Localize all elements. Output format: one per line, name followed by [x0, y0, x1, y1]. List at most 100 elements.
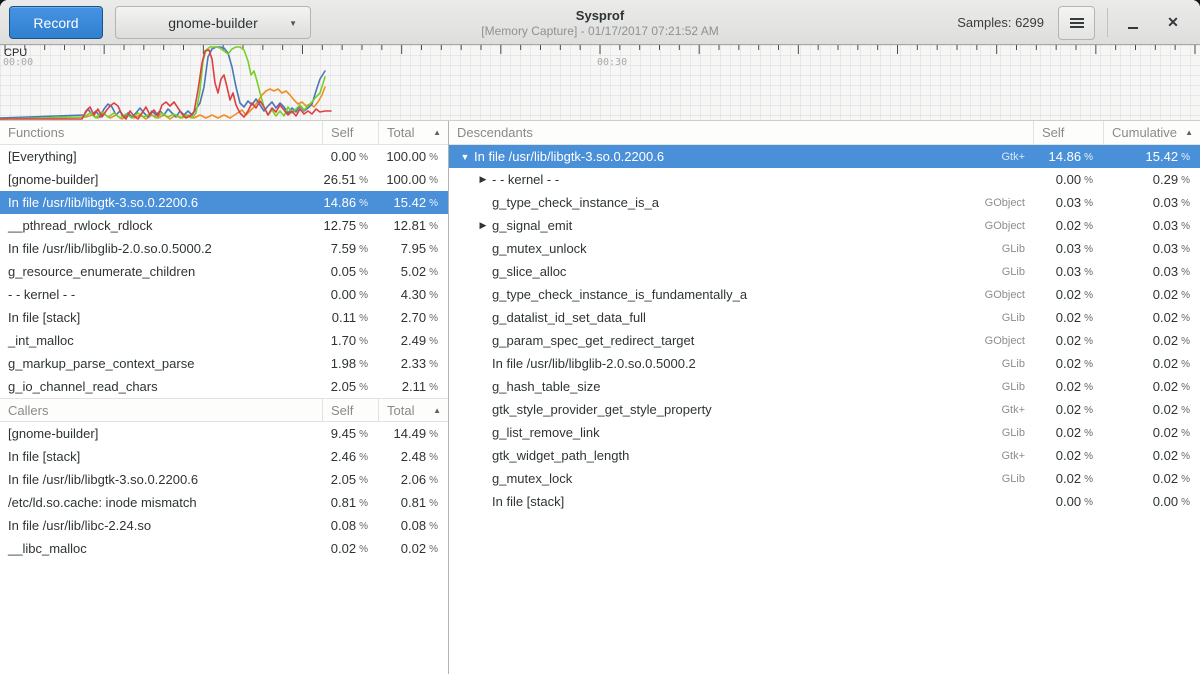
column-header-cumulative[interactable]: Cumulative ▲	[1103, 121, 1200, 144]
symbol-label: [gnome-builder]	[8, 426, 98, 441]
table-row[interactable]: ▶g_signal_emitGObject0.02%0.03%	[449, 214, 1200, 237]
cell-symbol-name: [gnome-builder]	[0, 168, 322, 191]
cpu-timeline[interactable]: CPU 00:00 00:30	[0, 45, 1200, 121]
sort-ascending-icon: ▲	[433, 406, 448, 415]
cell-total-percent: 0.02%	[1103, 444, 1200, 467]
library-tag: GLib	[994, 266, 1033, 278]
table-row[interactable]: __pthread_rwlock_rdlock12.75%12.81%	[0, 214, 448, 237]
hamburger-icon	[1070, 18, 1084, 28]
library-tag: GLib	[994, 427, 1033, 439]
column-header-total[interactable]: Total ▲	[378, 399, 448, 421]
table-row[interactable]: g_type_check_instance_is_fundamentally_a…	[449, 283, 1200, 306]
cell-self-percent: 1.98%	[322, 352, 378, 375]
table-row[interactable]: ▼In file /usr/lib/libgtk-3.so.0.2200.6Gt…	[449, 145, 1200, 168]
cell-symbol-name: g_list_remove_linkGLib	[449, 421, 1033, 444]
table-row[interactable]: g_mutex_lockGLib0.02%0.02%	[449, 467, 1200, 490]
cell-self-percent: 0.00%	[322, 145, 378, 168]
cell-symbol-name: ▶- - kernel - -	[449, 168, 1033, 191]
process-selector-label: gnome-builder	[168, 15, 258, 31]
cell-symbol-name: ▶g_signal_emitGObject	[449, 214, 1033, 237]
table-row[interactable]: gtk_style_provider_get_style_propertyGtk…	[449, 398, 1200, 421]
table-row[interactable]: g_slice_allocGLib0.03%0.03%	[449, 260, 1200, 283]
cell-total-percent: 2.33%	[378, 352, 448, 375]
cell-self-percent: 14.86%	[1033, 145, 1103, 168]
record-button[interactable]: Record	[9, 6, 103, 39]
table-row[interactable]: In file /usr/lib/libglib-2.0.so.0.5000.2…	[0, 237, 448, 260]
library-tag: GLib	[994, 243, 1033, 255]
table-row[interactable]: In file [stack]0.11%2.70%	[0, 306, 448, 329]
table-row[interactable]: __libc_malloc0.02%0.02%	[0, 537, 448, 560]
expander-icon[interactable]: ▶	[475, 174, 491, 185]
cell-symbol-name: [gnome-builder]	[0, 422, 322, 445]
cell-self-percent: 2.05%	[322, 375, 378, 398]
table-row[interactable]: g_hash_table_sizeGLib0.02%0.02%	[449, 375, 1200, 398]
cell-total-percent: 4.30%	[378, 283, 448, 306]
table-row[interactable]: g_list_remove_linkGLib0.02%0.02%	[449, 421, 1200, 444]
cell-total-percent: 0.02%	[1103, 306, 1200, 329]
table-row[interactable]: [gnome-builder]26.51%100.00%	[0, 168, 448, 191]
table-row[interactable]: In file /usr/lib/libglib-2.0.so.0.5000.2…	[449, 352, 1200, 375]
table-row[interactable]: g_datalist_id_set_data_fullGLib0.02%0.02…	[449, 306, 1200, 329]
expander-icon[interactable]: ▶	[475, 220, 491, 231]
cell-total-percent: 0.29%	[1103, 168, 1200, 191]
table-row[interactable]: In file [stack]2.46%2.48%	[0, 445, 448, 468]
cell-total-percent: 100.00%	[378, 145, 448, 168]
table-row[interactable]: g_markup_parse_context_parse1.98%2.33%	[0, 352, 448, 375]
library-tag: GLib	[994, 473, 1033, 485]
left-pane: Functions Self Total ▲ [Everything] 0.00%…	[0, 121, 449, 674]
table-row[interactable]: - - kernel - -0.00%4.30%	[0, 283, 448, 306]
functions-table-body: [Everything]0.00%100.00%[gnome-builder]2…	[0, 145, 448, 398]
column-header-functions[interactable]: Functions	[0, 121, 322, 144]
menu-button[interactable]	[1058, 6, 1095, 40]
cell-self-percent: 12.75%	[322, 214, 378, 237]
cell-total-percent: 0.02%	[1103, 421, 1200, 444]
column-header-total[interactable]: Total ▲	[378, 121, 448, 144]
table-row[interactable]: gtk_widget_path_lengthGtk+0.02%0.02%	[449, 444, 1200, 467]
cell-total-percent: 2.70%	[378, 306, 448, 329]
library-tag: GObject	[977, 197, 1033, 209]
table-row[interactable]: In file /usr/lib/libc-2.24.so0.08%0.08%	[0, 514, 448, 537]
cell-total-percent: 0.02%	[1103, 352, 1200, 375]
column-header-self[interactable]: Self	[1033, 121, 1103, 144]
table-row[interactable]: g_param_spec_get_redirect_targetGObject0…	[449, 329, 1200, 352]
cell-symbol-name: __pthread_rwlock_rdlock	[0, 214, 322, 237]
table-row[interactable]: In file [stack]0.00%0.00%	[449, 490, 1200, 513]
samples-count: Samples: 6299	[957, 15, 1044, 30]
symbol-label: g_type_check_instance_is_a	[492, 195, 659, 210]
cpu-series-blue	[0, 47, 325, 118]
minimize-button[interactable]	[1120, 10, 1146, 36]
column-header-descendants[interactable]: Descendants	[449, 121, 1033, 144]
library-tag: GObject	[977, 335, 1033, 347]
table-row[interactable]: In file /usr/lib/libgtk-3.so.0.2200.614.…	[0, 191, 448, 214]
cell-self-percent: 0.00%	[322, 283, 378, 306]
sort-ascending-icon: ▲	[433, 128, 448, 137]
process-selector-dropdown[interactable]: gnome-builder ▼	[115, 6, 311, 39]
cell-total-percent: 0.02%	[1103, 329, 1200, 352]
table-row[interactable]: [gnome-builder]9.45%14.49%	[0, 422, 448, 445]
symbol-label: In file /usr/lib/libgtk-3.so.0.2200.6	[8, 195, 198, 210]
table-row[interactable]: g_io_channel_read_chars2.05%2.11%	[0, 375, 448, 398]
expander-icon[interactable]: ▼	[457, 152, 473, 162]
column-header-self[interactable]: Self	[322, 121, 378, 144]
column-header-self[interactable]: Self	[322, 399, 378, 421]
cell-symbol-name: g_io_channel_read_chars	[0, 375, 322, 398]
table-row[interactable]: _int_malloc1.70%2.49%	[0, 329, 448, 352]
symbol-label: gtk_style_provider_get_style_property	[492, 402, 712, 417]
table-row[interactable]: In file /usr/lib/libgtk-3.so.0.2200.62.0…	[0, 468, 448, 491]
symbol-label: g_mutex_lock	[492, 471, 572, 486]
column-header-callers[interactable]: Callers	[0, 399, 322, 421]
table-row[interactable]: g_type_check_instance_is_aGObject0.03%0.…	[449, 191, 1200, 214]
table-row[interactable]: [Everything] 0.00%100.00%	[0, 145, 448, 168]
close-button[interactable]: ✕	[1160, 10, 1186, 36]
cell-self-percent: 0.08%	[322, 514, 378, 537]
time-tick-start: 00:00	[3, 57, 33, 68]
cell-symbol-name: In file /usr/lib/libglib-2.0.so.0.5000.2	[0, 237, 322, 260]
table-row[interactable]: ▶- - kernel - -0.00%0.29%	[449, 168, 1200, 191]
table-row[interactable]: g_mutex_unlockGLib0.03%0.03%	[449, 237, 1200, 260]
cell-self-percent: 0.11%	[322, 306, 378, 329]
table-row[interactable]: /etc/ld.so.cache: inode mismatch0.81%0.8…	[0, 491, 448, 514]
cell-total-percent: 0.02%	[1103, 283, 1200, 306]
symbol-label: [Everything]	[8, 149, 77, 164]
cell-symbol-name: In file [stack]	[449, 490, 1033, 513]
table-row[interactable]: g_resource_enumerate_children0.05%5.02%	[0, 260, 448, 283]
